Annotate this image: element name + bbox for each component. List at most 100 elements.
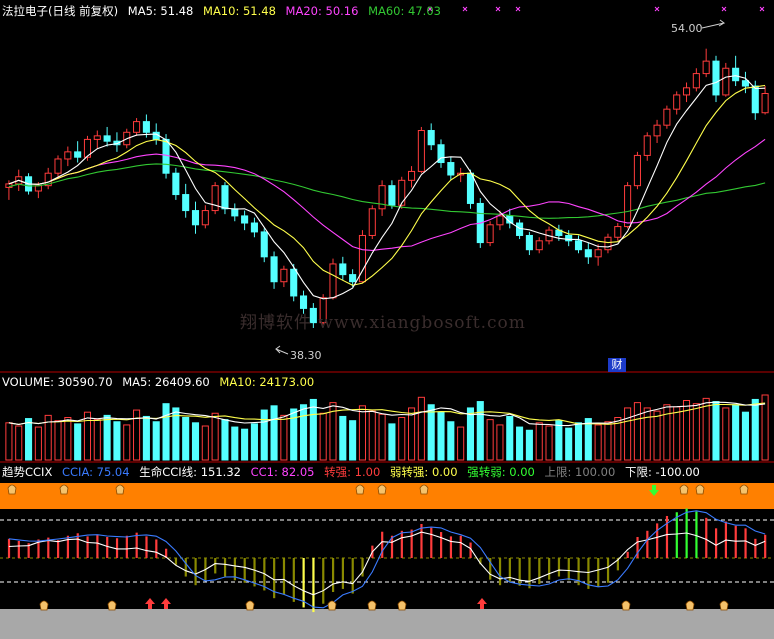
volume-bar (427, 404, 435, 461)
cci-bar (155, 539, 158, 558)
cci-bar (430, 527, 433, 558)
candle-body (496, 215, 504, 226)
cci-bar (498, 558, 502, 586)
cci-bar (194, 558, 197, 586)
volume-bar (388, 423, 396, 461)
volume-bar (211, 412, 219, 461)
hand-signal-icon (39, 600, 49, 611)
hand-signal-icon (679, 484, 689, 495)
low-price-label: 38.30 (290, 349, 322, 362)
cci-bar (675, 512, 678, 558)
cci-bar (7, 538, 11, 558)
volume-bar (83, 411, 92, 461)
ccia-legend: CCIA: 75.04 (62, 465, 130, 479)
life-cci-legend: 生命CCI线: 151.32 (139, 465, 241, 479)
volume-ma10-legend: MA10: 24173.00 (219, 375, 315, 389)
watermark: 翔博软件 www.xiangbosoft.com (240, 313, 526, 333)
candle-body (604, 236, 612, 251)
volume-bar (574, 422, 583, 461)
candle-body (761, 93, 769, 114)
hand-signal-shape (419, 484, 429, 495)
volume-bar (604, 421, 612, 461)
volume-bar (476, 401, 484, 461)
candle-body (329, 263, 337, 299)
cci-bar (606, 558, 610, 583)
cci-bar (410, 529, 413, 558)
volume-bar (260, 409, 268, 461)
candle-body (162, 138, 170, 174)
volume-bar (103, 414, 111, 461)
hand-signal-icon (397, 600, 407, 611)
candle-body (653, 124, 661, 137)
volume-bar (34, 426, 42, 461)
volume-bar (741, 411, 749, 461)
cci-bar (548, 558, 551, 580)
volume-bar (191, 422, 200, 461)
cci-bar (135, 532, 138, 558)
candle-body (388, 185, 396, 206)
ma10-line (8, 84, 766, 286)
volume-bar (702, 397, 710, 461)
candle-body (398, 179, 406, 206)
cci-bar (459, 535, 462, 558)
hand-signal-icon (695, 484, 705, 495)
volume-bar (25, 418, 33, 461)
volume-bar (358, 405, 366, 461)
volume-bar (54, 420, 62, 461)
volume-bar (398, 417, 406, 461)
hand-signal-shape (39, 600, 49, 611)
candle-body (349, 274, 357, 283)
cci-bar (744, 528, 747, 558)
cci-bar (57, 540, 60, 558)
volume-ma5-line (8, 401, 766, 427)
hand-signal-shape (685, 600, 695, 611)
candle-body (133, 121, 141, 133)
ma10-legend: MA10: 51.48 (203, 4, 276, 18)
volume-bar (624, 407, 632, 461)
volume-bar (221, 419, 229, 461)
cci-bar (86, 536, 89, 558)
volume-legend: VOLUME: 30590.70 (2, 375, 113, 389)
candle-body (191, 210, 200, 226)
candle-body (241, 215, 249, 224)
cci-bar (17, 541, 20, 558)
volume-bar (250, 423, 258, 461)
candle-body (201, 210, 209, 226)
candle-body (633, 154, 641, 187)
volume-bar (466, 407, 475, 461)
candle-body (702, 60, 710, 75)
candle-body (525, 234, 533, 251)
volume-bar (457, 426, 465, 461)
upper-limit-legend: 上限: 100.00 (544, 465, 616, 479)
volume-bar (378, 413, 386, 461)
hand-signal-shape (739, 484, 749, 495)
candle-body (339, 263, 347, 276)
cci-bar (646, 530, 649, 558)
candle-body (368, 208, 376, 236)
finance-report-marker[interactable]: 财 (608, 358, 626, 372)
cci-bar (528, 558, 531, 589)
candle-body (221, 185, 229, 210)
cci-bar (449, 536, 453, 558)
volume-bar (653, 410, 661, 461)
cci-bar (184, 558, 187, 577)
lower-limit-legend: 下限: -100.00 (624, 465, 700, 479)
candle-body (378, 185, 386, 210)
volume-bar (349, 420, 357, 461)
volume-bar (663, 404, 671, 461)
candle-body (732, 67, 740, 82)
volume-bar (692, 403, 700, 461)
candle-body (486, 224, 494, 244)
ccia-line (8, 510, 766, 609)
hand-signal-icon (419, 484, 429, 495)
cci-bar (223, 558, 227, 577)
gray-signal-band (0, 609, 774, 639)
cci-bar (400, 530, 403, 558)
cci-bar (174, 558, 178, 565)
high-price-label: 54.00 (671, 22, 703, 35)
cci-bar (557, 558, 561, 577)
volume-bar (270, 405, 278, 461)
volume-bar (506, 415, 514, 461)
orange-signal-band (0, 483, 774, 509)
volume-bar (93, 419, 101, 461)
